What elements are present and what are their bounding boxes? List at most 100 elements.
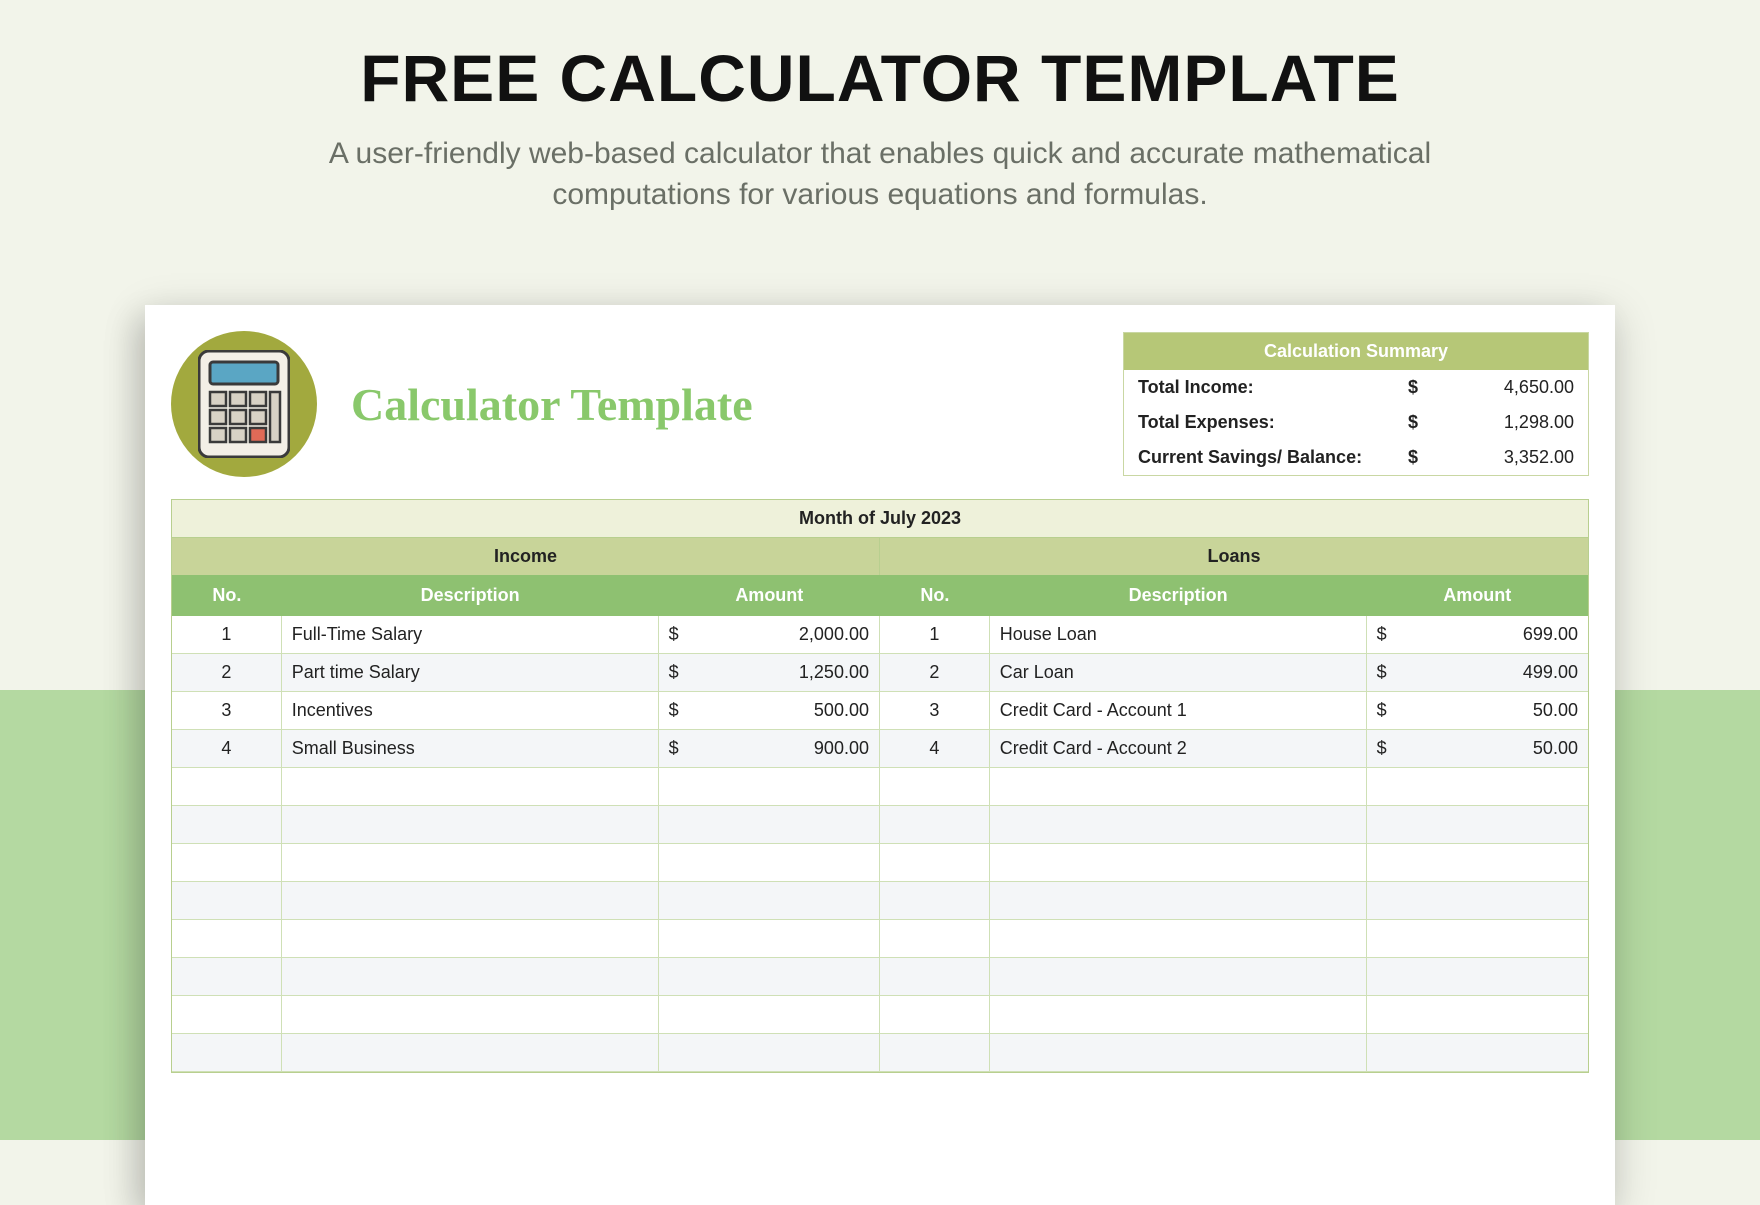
cell-no[interactable]: 3 <box>880 692 990 730</box>
cell-amount[interactable]: $2,000.00 <box>659 616 880 654</box>
cell-no[interactable] <box>880 920 990 958</box>
cell-desc[interactable] <box>282 768 659 806</box>
cell-no[interactable]: 2 <box>172 654 282 692</box>
cell-desc[interactable]: Credit Card - Account 2 <box>990 730 1367 768</box>
cell-desc[interactable] <box>990 958 1367 996</box>
cell-no[interactable] <box>880 844 990 882</box>
cell-amount[interactable] <box>659 844 880 882</box>
cell-desc[interactable] <box>282 844 659 882</box>
table-row <box>172 844 1588 882</box>
calculator-icon <box>171 331 317 477</box>
cell-desc[interactable]: Credit Card - Account 1 <box>990 692 1367 730</box>
cell-desc[interactable] <box>282 1034 659 1072</box>
cell-desc[interactable] <box>282 882 659 920</box>
cell-amount[interactable]: $50.00 <box>1367 730 1588 768</box>
cell-amount[interactable] <box>1367 882 1588 920</box>
summary-row-expenses: Total Expenses: $ 1,298.00 <box>1124 405 1588 440</box>
summary-value: 3,352.00 <box>1444 447 1574 468</box>
table-row: 4Small Business$900.004Credit Card - Acc… <box>172 730 1588 768</box>
cell-amount[interactable] <box>659 958 880 996</box>
cell-no[interactable] <box>172 996 282 1034</box>
cell-amount[interactable]: $900.00 <box>659 730 880 768</box>
cell-no[interactable] <box>172 882 282 920</box>
summary-label: Total Expenses: <box>1138 412 1408 433</box>
cell-desc[interactable] <box>282 920 659 958</box>
cell-no[interactable] <box>880 958 990 996</box>
cell-amount[interactable]: $500.00 <box>659 692 880 730</box>
cell-desc[interactable]: Part time Salary <box>282 654 659 692</box>
cell-amount[interactable] <box>1367 958 1588 996</box>
table-row <box>172 768 1588 806</box>
cell-no[interactable] <box>880 768 990 806</box>
cell-amount[interactable] <box>1367 920 1588 958</box>
cell-amount[interactable] <box>659 920 880 958</box>
cell-no[interactable] <box>172 806 282 844</box>
cell-desc[interactable] <box>990 844 1367 882</box>
table-row <box>172 920 1588 958</box>
sheet-title: Calculator Template <box>351 378 1089 431</box>
cell-desc[interactable] <box>990 996 1367 1034</box>
cell-no[interactable]: 4 <box>172 730 282 768</box>
summary-currency: $ <box>1408 447 1444 468</box>
cell-no[interactable]: 1 <box>172 616 282 654</box>
cell-no[interactable] <box>880 996 990 1034</box>
cell-amount[interactable] <box>1367 1034 1588 1072</box>
cell-no[interactable] <box>172 844 282 882</box>
cell-desc[interactable] <box>990 920 1367 958</box>
summary-currency: $ <box>1408 412 1444 433</box>
cell-desc[interactable] <box>282 958 659 996</box>
cell-amount[interactable] <box>1367 768 1588 806</box>
col-amount: Amount <box>1367 575 1588 616</box>
cell-desc[interactable] <box>990 1034 1367 1072</box>
cell-no[interactable]: 2 <box>880 654 990 692</box>
page-subtitle: A user-friendly web-based calculator tha… <box>280 134 1480 215</box>
cell-desc[interactable] <box>990 806 1367 844</box>
cell-amount[interactable] <box>659 1034 880 1072</box>
spreadsheet-card: Calculator Template Calculation Summary … <box>145 305 1615 1205</box>
summary-heading: Calculation Summary <box>1124 333 1588 370</box>
column-header-row: No. Description Amount No. Description A… <box>172 575 1588 616</box>
cell-no[interactable] <box>880 1034 990 1072</box>
summary-value: 1,298.00 <box>1444 412 1574 433</box>
table-row: 1Full-Time Salary$2,000.001House Loan$69… <box>172 616 1588 654</box>
cell-no[interactable] <box>880 806 990 844</box>
cell-amount[interactable] <box>1367 996 1588 1034</box>
cell-no[interactable] <box>880 882 990 920</box>
summary-row-balance: Current Savings/ Balance: $ 3,352.00 <box>1124 440 1588 475</box>
cell-amount[interactable] <box>1367 806 1588 844</box>
cell-desc[interactable] <box>282 996 659 1034</box>
cell-amount[interactable] <box>659 806 880 844</box>
cell-no[interactable]: 1 <box>880 616 990 654</box>
cell-desc[interactable] <box>282 806 659 844</box>
cell-desc[interactable] <box>990 882 1367 920</box>
table-row <box>172 806 1588 844</box>
col-desc: Description <box>990 575 1367 616</box>
cell-amount[interactable] <box>1367 844 1588 882</box>
cell-amount[interactable]: $50.00 <box>1367 692 1588 730</box>
cell-no[interactable] <box>172 958 282 996</box>
cell-desc[interactable]: Small Business <box>282 730 659 768</box>
page-title: FREE CALCULATOR TEMPLATE <box>0 0 1760 116</box>
data-grid: Month of July 2023 Income Loans No. Desc… <box>171 499 1589 1073</box>
summary-row-income: Total Income: $ 4,650.00 <box>1124 370 1588 405</box>
cell-amount[interactable] <box>659 768 880 806</box>
col-no: No. <box>880 575 990 616</box>
cell-no[interactable] <box>172 768 282 806</box>
cell-no[interactable] <box>172 920 282 958</box>
cell-desc[interactable] <box>990 768 1367 806</box>
cell-no[interactable] <box>172 1034 282 1072</box>
cell-amount[interactable]: $699.00 <box>1367 616 1588 654</box>
cell-amount[interactable]: $1,250.00 <box>659 654 880 692</box>
cell-amount[interactable] <box>659 996 880 1034</box>
cell-desc[interactable]: House Loan <box>990 616 1367 654</box>
cell-desc[interactable]: Incentives <box>282 692 659 730</box>
cell-desc[interactable]: Car Loan <box>990 654 1367 692</box>
cell-no[interactable]: 3 <box>172 692 282 730</box>
cell-amount[interactable] <box>659 882 880 920</box>
cell-no[interactable]: 4 <box>880 730 990 768</box>
section-loans: Loans <box>880 538 1588 575</box>
cell-desc[interactable]: Full-Time Salary <box>282 616 659 654</box>
section-income: Income <box>172 538 880 575</box>
cell-amount[interactable]: $499.00 <box>1367 654 1588 692</box>
table-row: 2Part time Salary$1,250.002Car Loan$499.… <box>172 654 1588 692</box>
